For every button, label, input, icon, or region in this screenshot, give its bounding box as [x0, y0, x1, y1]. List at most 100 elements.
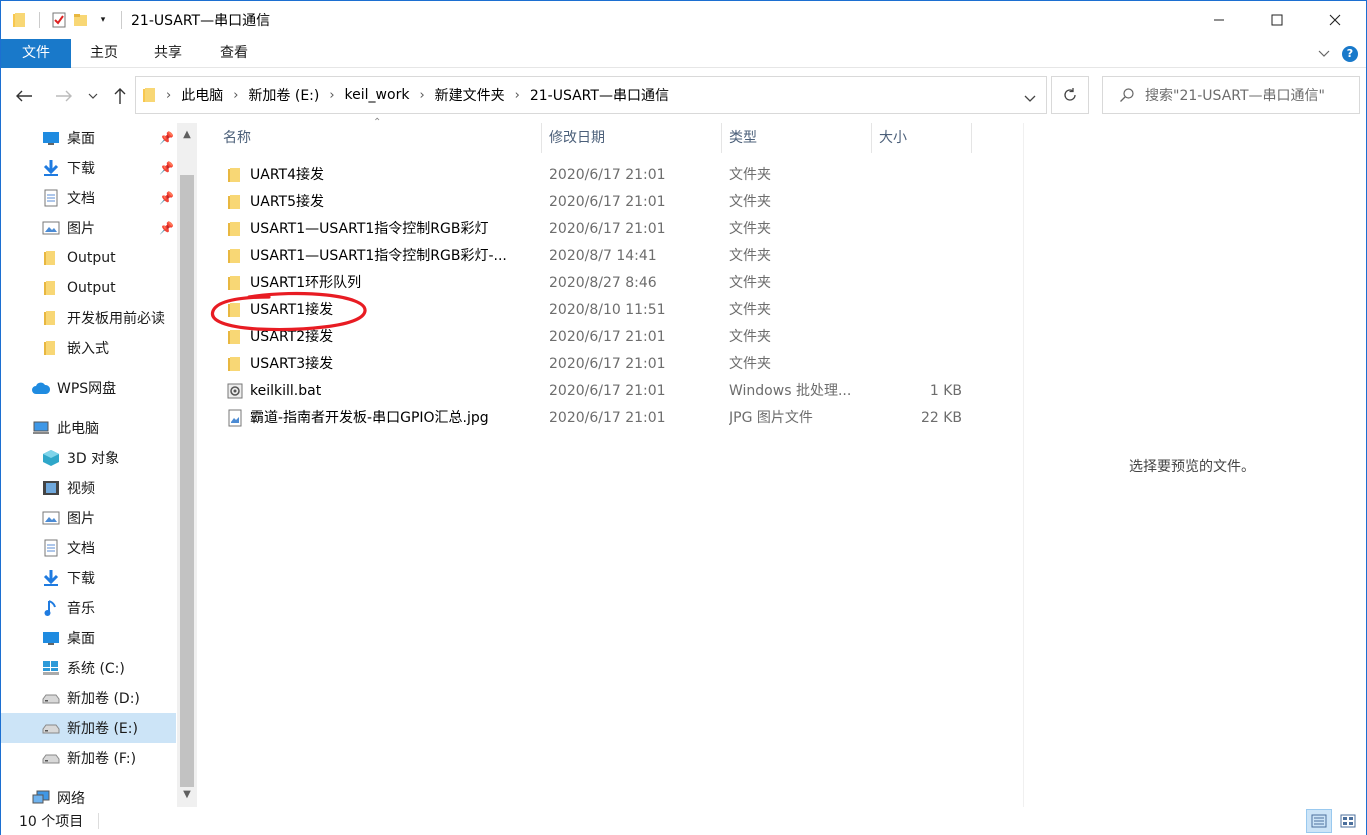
refresh-button[interactable]: [1051, 76, 1089, 114]
tab-share[interactable]: 共享: [143, 39, 193, 68]
nav-item-pictures-pinned[interactable]: 图片 📌: [1, 213, 176, 243]
column-header-date[interactable]: 修改日期: [541, 123, 721, 153]
pin-icon[interactable]: 📌: [159, 221, 174, 235]
file-name: USART2接发: [250, 329, 334, 345]
back-arrow-icon: [16, 90, 32, 102]
file-size: 22 KB: [920, 410, 962, 426]
pin-icon[interactable]: 📌: [159, 161, 174, 175]
file-name: UART5接发: [250, 194, 324, 210]
address-history-icon[interactable]: [1024, 91, 1036, 107]
pin-icon[interactable]: 📌: [159, 131, 174, 145]
folder-icon: [41, 248, 61, 268]
chevron-right-icon[interactable]: ›: [325, 88, 338, 103]
table-row[interactable]: USART3接发 2020/6/17 21:01 文件夹: [223, 351, 983, 378]
nav-item-label: 3D 对象: [67, 451, 120, 467]
nav-item-documents-pinned[interactable]: 文档 📌: [1, 183, 176, 213]
folder-icon: [41, 338, 61, 358]
ribbon-expand-icon[interactable]: [1318, 47, 1330, 61]
table-row[interactable]: 霸道-指南者开发板-串口GPIO汇总.jpg 2020/6/17 21:01 JPG…: [223, 405, 983, 432]
file-size: [879, 243, 962, 270]
nav-scrollbar[interactable]: ▲ ▼: [177, 123, 197, 807]
nav-item-label: 桌面: [67, 131, 95, 147]
up-button[interactable]: [107, 84, 133, 108]
scrollbar-thumb[interactable]: [180, 175, 194, 787]
folder-icon: [226, 247, 244, 265]
nav-item-label: 新加卷 (E:): [67, 721, 138, 737]
nav-item-documents[interactable]: 文档: [1, 533, 176, 563]
nav-item-this-pc[interactable]: 此电脑: [1, 413, 176, 443]
file-type: 文件夹: [729, 356, 771, 372]
windows-drive-icon: [41, 658, 61, 678]
pin-icon[interactable]: 📌: [159, 191, 174, 205]
nav-item-desktop[interactable]: 桌面: [1, 623, 176, 653]
nav-item-drive-d[interactable]: 新加卷 (D:): [1, 683, 176, 713]
forward-button[interactable]: [51, 84, 77, 108]
tab-home[interactable]: 主页: [79, 39, 129, 68]
tab-view[interactable]: 查看: [209, 39, 259, 68]
nav-item-pictures[interactable]: 图片: [1, 503, 176, 533]
table-row[interactable]: USART1环形队列 2020/8/27 8:46 文件夹: [223, 270, 983, 297]
breadcrumb-keil-work[interactable]: keil_work: [339, 87, 416, 103]
table-row[interactable]: USART1—USART1指令控制RGB彩灯 2020/6/17 21:01 文件夹: [223, 216, 983, 243]
chevron-right-icon[interactable]: ›: [415, 88, 428, 103]
search-box[interactable]: 搜索"21-USART—串口通信": [1102, 76, 1360, 114]
address-bar[interactable]: › 此电脑 › 新加卷 (E:) › keil_work › 新建文件夹 › 2…: [135, 76, 1047, 114]
maximize-button[interactable]: [1254, 1, 1300, 39]
nav-item-embedded[interactable]: 嵌入式: [1, 333, 176, 363]
nav-item-videos[interactable]: 视频: [1, 473, 176, 503]
column-header-name[interactable]: 名称: [215, 123, 541, 153]
properties-icon[interactable]: [48, 9, 70, 31]
column-header-size[interactable]: 大小: [871, 123, 971, 153]
help-icon[interactable]: ?: [1342, 45, 1358, 62]
chevron-right-icon[interactable]: ›: [229, 88, 242, 103]
nav-item-label: 新加卷 (F:): [67, 751, 137, 767]
table-row[interactable]: UART4接发 2020/6/17 21:01 文件夹: [223, 162, 983, 189]
chevron-right-icon[interactable]: ›: [162, 88, 175, 103]
minimize-button[interactable]: [1196, 1, 1242, 39]
table-row[interactable]: keilkill.bat 2020/6/17 21:01 Windows 批处理..…: [223, 378, 983, 405]
nav-item-wps-cloud[interactable]: WPS网盘: [1, 373, 176, 403]
nav-item-music[interactable]: 音乐: [1, 593, 176, 623]
file-type: 文件夹: [729, 167, 771, 183]
back-button[interactable]: [11, 84, 37, 108]
nav-item-output-1[interactable]: Output: [1, 243, 176, 273]
table-row[interactable]: USART1接发 2020/8/10 11:51 文件夹: [223, 297, 983, 324]
breadcrumb-this-pc[interactable]: 此电脑: [175, 85, 229, 105]
tab-file[interactable]: 文件: [1, 39, 71, 68]
scroll-down-icon[interactable]: ▼: [177, 785, 197, 803]
file-list: ⌃ 名称 修改日期 类型 大小 UART4接发 2020/6/17 21:01 文件…: [211, 117, 1023, 807]
nav-item-label: WPS网盘: [57, 381, 117, 397]
qat-dropdown-icon[interactable]: ▾: [92, 9, 114, 31]
drive-icon: [41, 718, 61, 738]
nav-item-3d-objects[interactable]: 3D 对象: [1, 443, 176, 473]
preview-pane: 选择要预览的文件。: [1023, 123, 1366, 807]
table-row[interactable]: UART5接发 2020/6/17 21:01 文件夹: [223, 189, 983, 216]
folder-icon: [226, 328, 244, 346]
chevron-right-icon[interactable]: ›: [511, 88, 524, 103]
table-row[interactable]: USART2接发 2020/6/17 21:01 文件夹: [223, 324, 983, 351]
breadcrumb-drive-e[interactable]: 新加卷 (E:): [242, 85, 325, 105]
nav-item-board-readme[interactable]: 开发板用前必读: [1, 303, 176, 333]
scroll-up-icon[interactable]: ▲: [177, 125, 197, 143]
folder-icon: [41, 278, 61, 298]
close-button[interactable]: [1312, 1, 1358, 39]
nav-item-drive-e[interactable]: 新加卷 (E:): [1, 713, 176, 743]
column-divider[interactable]: [971, 123, 972, 153]
large-icons-view-button[interactable]: [1335, 809, 1361, 833]
nav-item-downloads-pinned[interactable]: 下载 📌: [1, 153, 176, 183]
file-size: [879, 216, 962, 243]
table-row[interactable]: USART1—USART1指令控制RGB彩灯-... 2020/8/7 14:41…: [223, 243, 983, 270]
folder-icon: [226, 301, 244, 319]
column-header-type[interactable]: 类型: [721, 123, 871, 153]
breadcrumb-current[interactable]: 21-USART—串口通信: [524, 85, 675, 105]
new-folder-icon[interactable]: [70, 9, 92, 31]
recent-locations-button[interactable]: [83, 84, 103, 108]
nav-item-drive-c[interactable]: 系统 (C:): [1, 653, 176, 683]
nav-item-drive-f[interactable]: 新加卷 (F:): [1, 743, 176, 773]
nav-item-desktop-pinned[interactable]: 桌面 📌: [1, 123, 176, 153]
file-size: [879, 297, 962, 324]
nav-item-output-2[interactable]: Output: [1, 273, 176, 303]
details-view-button[interactable]: [1306, 809, 1332, 833]
nav-item-downloads[interactable]: 下载: [1, 563, 176, 593]
breadcrumb-new-folder[interactable]: 新建文件夹: [429, 85, 511, 105]
